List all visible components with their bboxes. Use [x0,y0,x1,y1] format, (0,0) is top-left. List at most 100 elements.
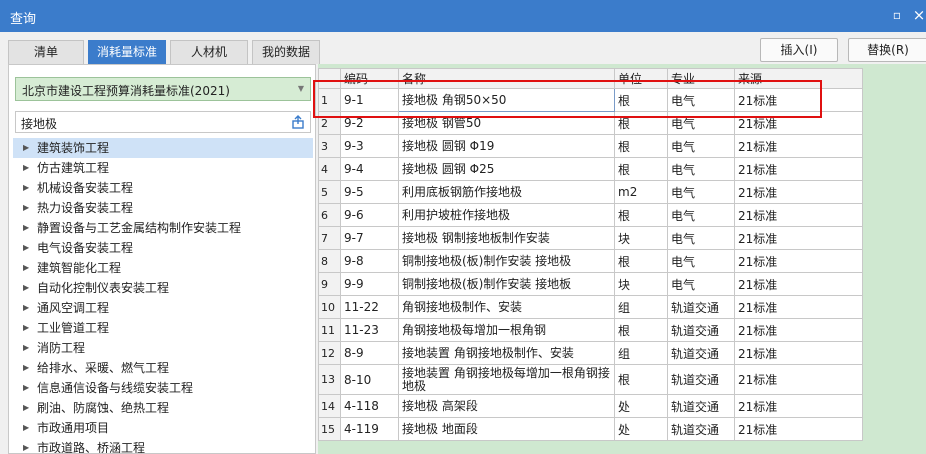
code-cell[interactable]: 9-9 [340,272,399,296]
tree-item[interactable]: ▶ 信息通信设备与线缆安装工程 [13,378,313,398]
major-cell[interactable]: 电气 [667,134,735,158]
tree-item[interactable]: ▶ 通风空调工程 [13,298,313,318]
chevron-right-icon[interactable]: ▶ [23,318,29,338]
row-number-cell[interactable]: 12 [318,341,341,365]
table-row[interactable]: 8 9-8 铜制接地极(板)制作安装 接地极 根电气 21标准 [318,249,863,273]
chevron-right-icon[interactable]: ▶ [23,258,29,278]
major-cell[interactable]: 电气 [667,111,735,135]
name-cell[interactable]: 接地极 钢管50 [398,111,615,135]
unit-cell[interactable]: 根 [614,318,668,342]
code-cell[interactable]: 9-7 [340,226,399,250]
major-cell[interactable]: 电气 [667,157,735,181]
code-cell[interactable]: 11-22 [340,295,399,319]
unit-cell[interactable]: 根 [614,157,668,181]
tab-list[interactable]: 清单 [8,40,84,64]
code-cell[interactable]: 9-2 [340,111,399,135]
source-column-header[interactable]: 来源 [734,68,863,89]
tree-item[interactable]: ▶ 热力设备安装工程 [13,198,313,218]
chevron-right-icon[interactable]: ▶ [23,158,29,178]
major-cell[interactable]: 电气 [667,203,735,227]
code-column-header[interactable]: 编码 [340,68,399,89]
table-row[interactable]: 2 9-2 接地极 钢管50 根电气 21标准 [318,111,863,135]
source-cell[interactable]: 21标准 [734,226,863,250]
code-cell[interactable]: 4-119 [340,417,399,441]
code-cell[interactable]: 9-6 [340,203,399,227]
table-row[interactable]: 15 4-119 接地极 地面段 处轨道交通 21标准 [318,417,863,441]
tree-item[interactable]: ▶ 自动化控制仪表安装工程 [13,278,313,298]
close-icon[interactable]: × [910,6,926,24]
tree-item[interactable]: ▶ 给排水、采暖、燃气工程 [13,358,313,378]
unit-cell[interactable]: m2 [614,180,668,204]
name-cell[interactable]: 铜制接地极(板)制作安装 接地板 [398,272,615,296]
source-cell[interactable]: 21标准 [734,394,863,418]
name-cell[interactable]: 接地极 地面段 [398,417,615,441]
chevron-right-icon[interactable]: ▶ [23,418,29,438]
name-cell[interactable]: 接地装置 角钢接地极每增加一根角钢接地极 [398,364,615,395]
unit-cell[interactable]: 根 [614,88,668,112]
row-number-cell[interactable]: 11 [318,318,341,342]
major-cell[interactable]: 轨道交通 [667,295,735,319]
unit-cell[interactable]: 处 [614,417,668,441]
major-cell[interactable]: 轨道交通 [667,341,735,365]
code-cell[interactable]: 9-8 [340,249,399,273]
source-cell[interactable]: 21标准 [734,111,863,135]
code-cell[interactable]: 9-4 [340,157,399,181]
row-number-cell[interactable]: 6 [318,203,341,227]
row-number-cell[interactable]: 13 [318,364,341,395]
table-row[interactable]: 14 4-118 接地极 高架段 处轨道交通 21标准 [318,394,863,418]
tab-consumption-standard[interactable]: 消耗量标准 [88,40,166,64]
tree-item[interactable]: ▶ 建筑装饰工程 [13,138,313,158]
table-row[interactable]: 11 11-23 角钢接地极每增加一根角钢 根轨道交通 21标准 [318,318,863,342]
name-cell[interactable]: 铜制接地极(板)制作安装 接地极 [398,249,615,273]
table-row[interactable]: 10 11-22 角钢接地极制作、安装 组轨道交通 21标准 [318,295,863,319]
name-cell[interactable]: 接地极 角钢50×50 [398,88,615,112]
row-number-cell[interactable]: 1 [318,88,341,112]
major-cell[interactable]: 轨道交通 [667,364,735,395]
row-number-cell[interactable]: 5 [318,180,341,204]
unit-cell[interactable]: 根 [614,249,668,273]
name-cell[interactable]: 利用底板钢筋作接地极 [398,180,615,204]
code-cell[interactable]: 8-9 [340,341,399,365]
table-row[interactable]: 12 8-9 接地装置 角钢接地极制作、安装 组轨道交通 21标准 [318,341,863,365]
major-cell[interactable]: 轨道交通 [667,394,735,418]
tree-item[interactable]: ▶ 仿古建筑工程 [13,158,313,178]
unit-column-header[interactable]: 单位 [614,68,668,89]
name-cell[interactable]: 接地极 圆钢 Φ25 [398,157,615,181]
source-cell[interactable]: 21标准 [734,318,863,342]
chevron-right-icon[interactable]: ▶ [23,178,29,198]
tree-item[interactable]: ▶ 机械设备安装工程 [13,178,313,198]
replace-button[interactable]: 替换(R) [848,38,926,62]
source-cell[interactable]: 21标准 [734,417,863,441]
unit-cell[interactable]: 根 [614,203,668,227]
unit-cell[interactable]: 组 [614,341,668,365]
unit-cell[interactable]: 根 [614,134,668,158]
chevron-right-icon[interactable]: ▶ [23,238,29,258]
unit-cell[interactable]: 处 [614,394,668,418]
code-cell[interactable]: 9-1 [340,88,399,112]
source-cell[interactable]: 21标准 [734,249,863,273]
chevron-right-icon[interactable]: ▶ [23,378,29,398]
tree-item[interactable]: ▶ 市政道路、桥涵工程 [13,438,313,453]
chevron-right-icon[interactable]: ▶ [23,438,29,453]
source-cell[interactable]: 21标准 [734,272,863,296]
major-cell[interactable]: 电气 [667,88,735,112]
source-cell[interactable]: 21标准 [734,203,863,227]
chevron-right-icon[interactable]: ▶ [23,278,29,298]
major-cell[interactable]: 轨道交通 [667,417,735,441]
source-cell[interactable]: 21标准 [734,341,863,365]
tree-item[interactable]: ▶ 市政通用项目 [13,418,313,438]
source-cell[interactable]: 21标准 [734,157,863,181]
chevron-right-icon[interactable]: ▶ [23,398,29,418]
row-number-cell[interactable]: 3 [318,134,341,158]
search-filter-icon[interactable] [290,114,306,130]
unit-cell[interactable]: 组 [614,295,668,319]
tree-item[interactable]: ▶ 电气设备安装工程 [13,238,313,258]
name-cell[interactable]: 接地极 高架段 [398,394,615,418]
code-cell[interactable]: 4-118 [340,394,399,418]
table-row[interactable]: 4 9-4 接地极 圆钢 Φ25 根电气 21标准 [318,157,863,181]
name-cell[interactable]: 接地极 钢制接地板制作安装 [398,226,615,250]
name-cell[interactable]: 利用护坡桩作接地极 [398,203,615,227]
name-cell[interactable]: 角钢接地极每增加一根角钢 [398,318,615,342]
source-cell[interactable]: 21标准 [734,88,863,112]
major-column-header[interactable]: 专业 [667,68,735,89]
